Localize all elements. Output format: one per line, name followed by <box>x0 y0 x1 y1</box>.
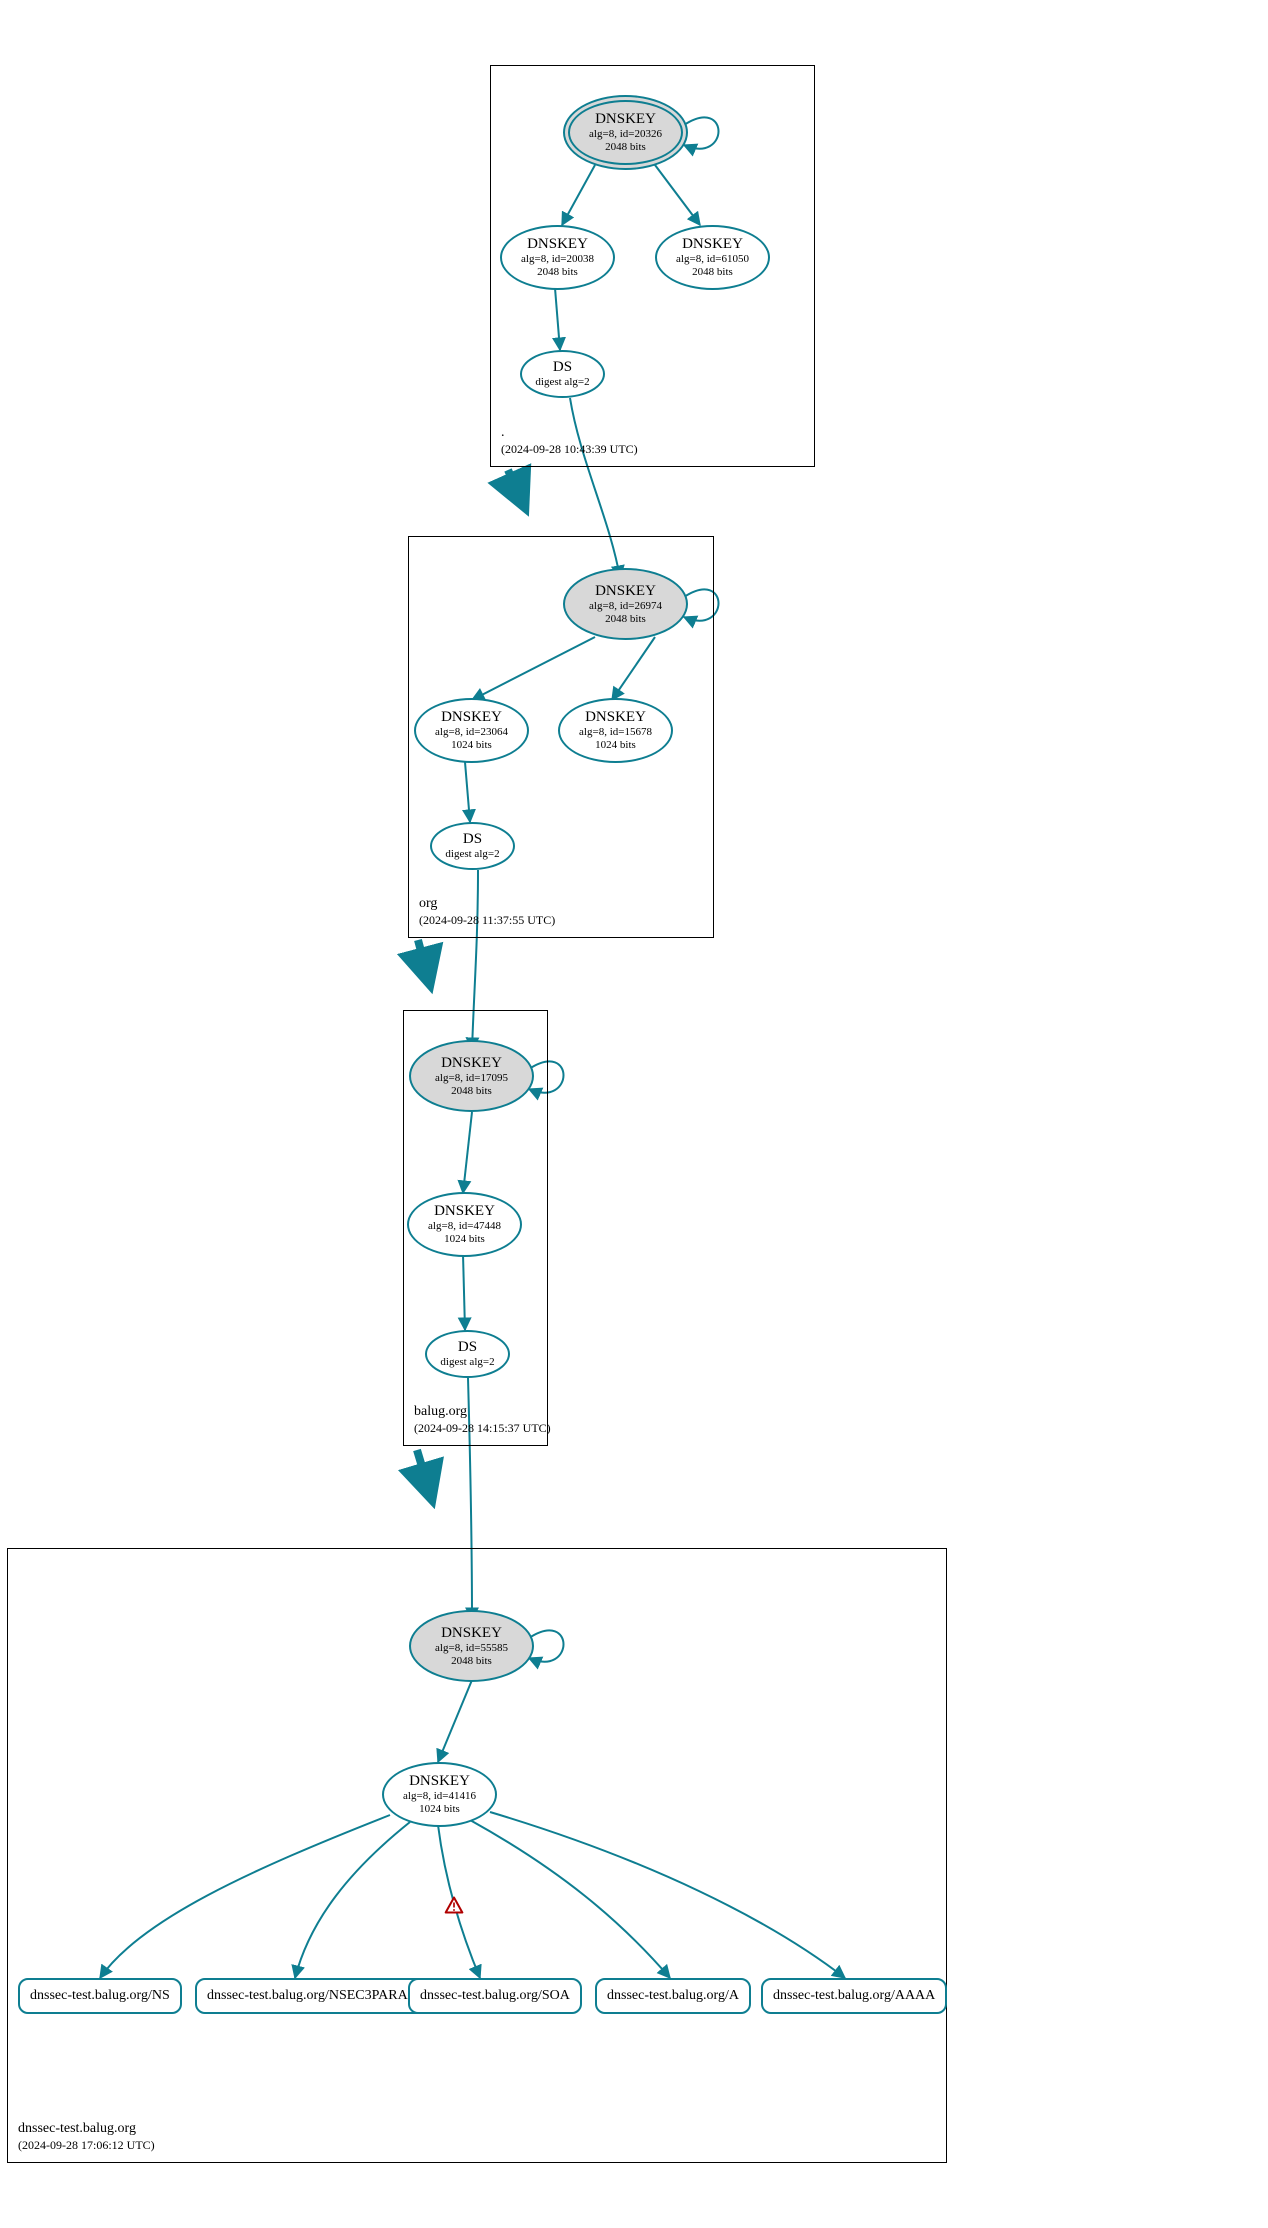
node-dnssec-ksk-bits: 2048 bits <box>451 1655 492 1668</box>
node-org-ksk-bits: 2048 bits <box>605 613 646 626</box>
node-balug-ds: DS digest alg=2 <box>425 1330 510 1378</box>
rr-a: dnssec-test.balug.org/A <box>595 1978 751 2014</box>
zone-org-name: org <box>419 895 555 913</box>
node-org-zsk2-type: DNSKEY <box>585 709 646 726</box>
node-root-zsk2: DNSKEY alg=8, id=61050 2048 bits <box>655 225 770 290</box>
node-org-ksk-type: DNSKEY <box>595 583 656 600</box>
node-root-ksk-type: DNSKEY <box>595 111 656 128</box>
zonearrow-root-org <box>508 470 525 508</box>
node-org-zsk2-bits: 1024 bits <box>595 739 636 752</box>
zone-dnssec-name: dnssec-test.balug.org <box>18 2120 155 2138</box>
node-org-ds-sub: digest alg=2 <box>445 848 499 861</box>
node-balug-zsk-type: DNSKEY <box>434 1203 495 1220</box>
node-org-ksk: DNSKEY alg=8, id=26974 2048 bits <box>563 568 688 640</box>
node-balug-ksk-bits: 2048 bits <box>451 1085 492 1098</box>
node-dnssec-zsk-alg: alg=8, id=41416 <box>403 1790 476 1803</box>
zonearrow-balug-dnssec <box>417 1450 432 1500</box>
rr-aaaa: dnssec-test.balug.org/AAAA <box>761 1978 947 2014</box>
node-root-ds: DS digest alg=2 <box>520 350 605 398</box>
node-root-zsk1: DNSKEY alg=8, id=20038 2048 bits <box>500 225 615 290</box>
node-root-ksk-alg: alg=8, id=20326 <box>589 128 662 141</box>
rr-ns: dnssec-test.balug.org/NS <box>18 1978 182 2014</box>
dnssec-diagram: . (2024-09-28 10:43:39 UTC) DNSKEY alg=8… <box>0 0 1268 2228</box>
node-root-zsk2-bits: 2048 bits <box>692 266 733 279</box>
node-balug-ksk-alg: alg=8, id=17095 <box>435 1072 508 1085</box>
node-balug-ksk: DNSKEY alg=8, id=17095 2048 bits <box>409 1040 534 1112</box>
node-root-zsk1-type: DNSKEY <box>527 236 588 253</box>
node-balug-ksk-type: DNSKEY <box>441 1055 502 1072</box>
node-dnssec-ksk-alg: alg=8, id=55585 <box>435 1642 508 1655</box>
node-root-zsk1-alg: alg=8, id=20038 <box>521 253 594 266</box>
node-dnssec-ksk: DNSKEY alg=8, id=55585 2048 bits <box>409 1610 534 1682</box>
node-org-zsk2: DNSKEY alg=8, id=15678 1024 bits <box>558 698 673 763</box>
zone-root-name: . <box>501 424 638 442</box>
rr-soa: dnssec-test.balug.org/SOA <box>408 1978 582 2014</box>
node-root-zsk1-bits: 2048 bits <box>537 266 578 279</box>
node-balug-zsk-bits: 1024 bits <box>444 1233 485 1246</box>
rr-nsec3: dnssec-test.balug.org/NSEC3PARAM <box>195 1978 432 2014</box>
node-dnssec-zsk-bits: 1024 bits <box>419 1803 460 1816</box>
node-org-ds: DS digest alg=2 <box>430 822 515 870</box>
node-root-ds-sub: digest alg=2 <box>535 376 589 389</box>
node-balug-ds-type: DS <box>458 1339 477 1356</box>
zone-balug-ts: (2024-09-28 14:15:37 UTC) <box>414 1421 551 1437</box>
zone-org-ts: (2024-09-28 11:37:55 UTC) <box>419 913 555 929</box>
zone-dnssec-ts: (2024-09-28 17:06:12 UTC) <box>18 2138 155 2154</box>
node-org-ds-type: DS <box>463 831 482 848</box>
node-org-zsk1-type: DNSKEY <box>441 709 502 726</box>
zone-root-ts: (2024-09-28 10:43:39 UTC) <box>501 442 638 458</box>
node-org-zsk1-alg: alg=8, id=23064 <box>435 726 508 739</box>
node-org-ksk-alg: alg=8, id=26974 <box>589 600 662 613</box>
zonearrow-org-balug <box>418 940 430 985</box>
node-dnssec-zsk: DNSKEY alg=8, id=41416 1024 bits <box>382 1762 497 1827</box>
node-root-ksk: DNSKEY alg=8, id=20326 2048 bits <box>563 95 688 170</box>
node-org-zsk1-bits: 1024 bits <box>451 739 492 752</box>
node-root-ksk-bits: 2048 bits <box>605 141 646 154</box>
warning-icon <box>444 1895 464 1915</box>
node-root-zsk2-alg: alg=8, id=61050 <box>676 253 749 266</box>
node-balug-zsk-alg: alg=8, id=47448 <box>428 1220 501 1233</box>
node-root-zsk2-type: DNSKEY <box>682 236 743 253</box>
zone-balug-name: balug.org <box>414 1403 551 1421</box>
node-dnssec-ksk-type: DNSKEY <box>441 1625 502 1642</box>
node-root-ds-type: DS <box>553 359 572 376</box>
node-balug-zsk: DNSKEY alg=8, id=47448 1024 bits <box>407 1192 522 1257</box>
node-org-zsk1: DNSKEY alg=8, id=23064 1024 bits <box>414 698 529 763</box>
node-org-zsk2-alg: alg=8, id=15678 <box>579 726 652 739</box>
node-dnssec-zsk-type: DNSKEY <box>409 1773 470 1790</box>
node-balug-ds-sub: digest alg=2 <box>440 1356 494 1369</box>
